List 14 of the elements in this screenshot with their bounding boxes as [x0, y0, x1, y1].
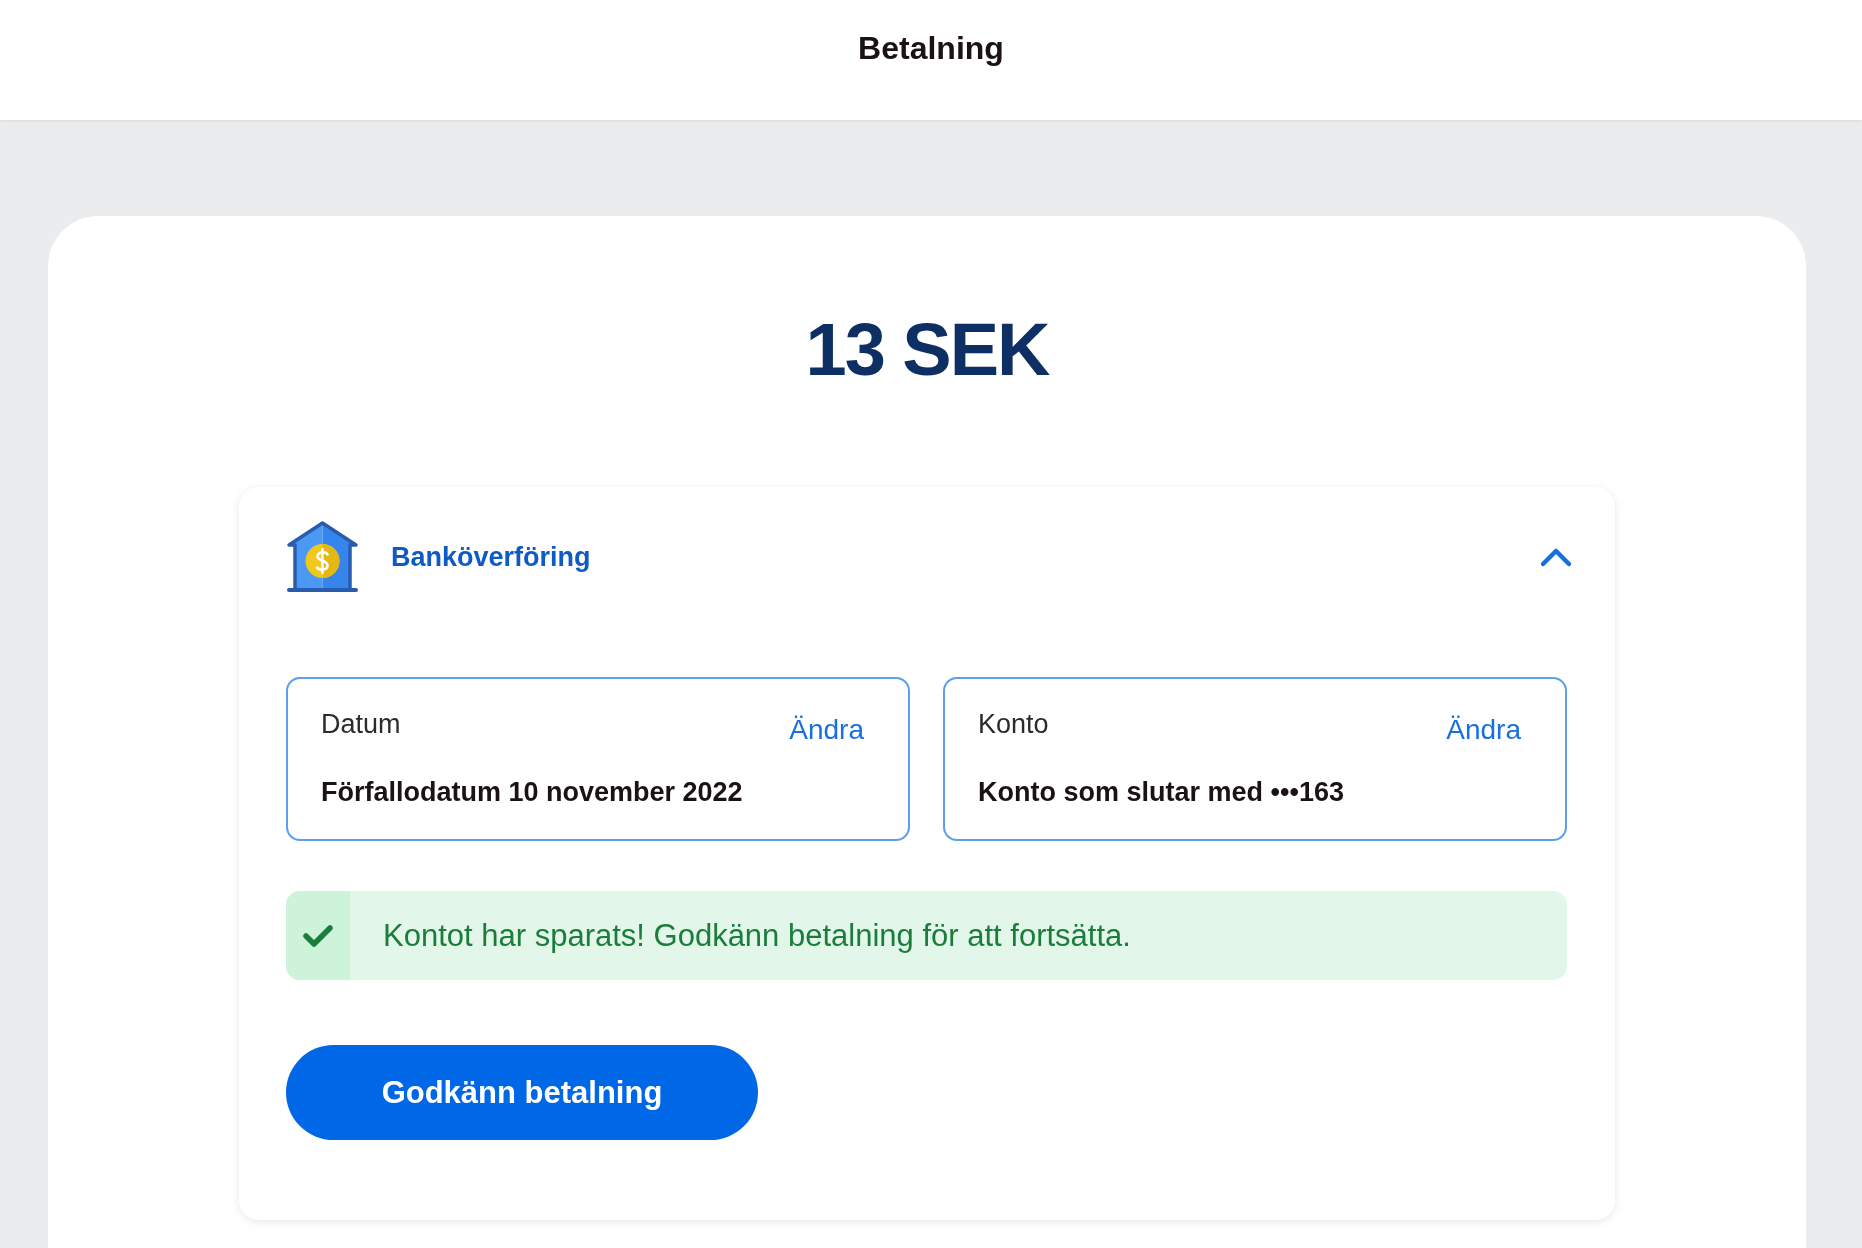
notice-text: Kontot har sparats! Godkänn betalning för att fortsätta. [383, 916, 1131, 955]
collapse-button[interactable] [1539, 546, 1573, 568]
detail-label: Konto [978, 708, 1049, 741]
bank-house-icon [286, 520, 359, 594]
page-title: Betalning [858, 29, 1004, 68]
check-icon [302, 922, 334, 949]
detail-value: Förfallodatum 10 november 2022 [321, 776, 744, 808]
detail-value: Konto som slutar med •••163 [978, 776, 1345, 808]
amount-text: 13 SEK [805, 310, 1049, 390]
change-link[interactable]: Ändra [1446, 713, 1521, 747]
payment-method-label: Banköverföring [391, 541, 592, 573]
approve-payment-button[interactable]: Godkänn betalning [286, 1045, 758, 1140]
change-link[interactable]: Ändra [789, 713, 864, 747]
detail-label: Datum [321, 708, 401, 741]
